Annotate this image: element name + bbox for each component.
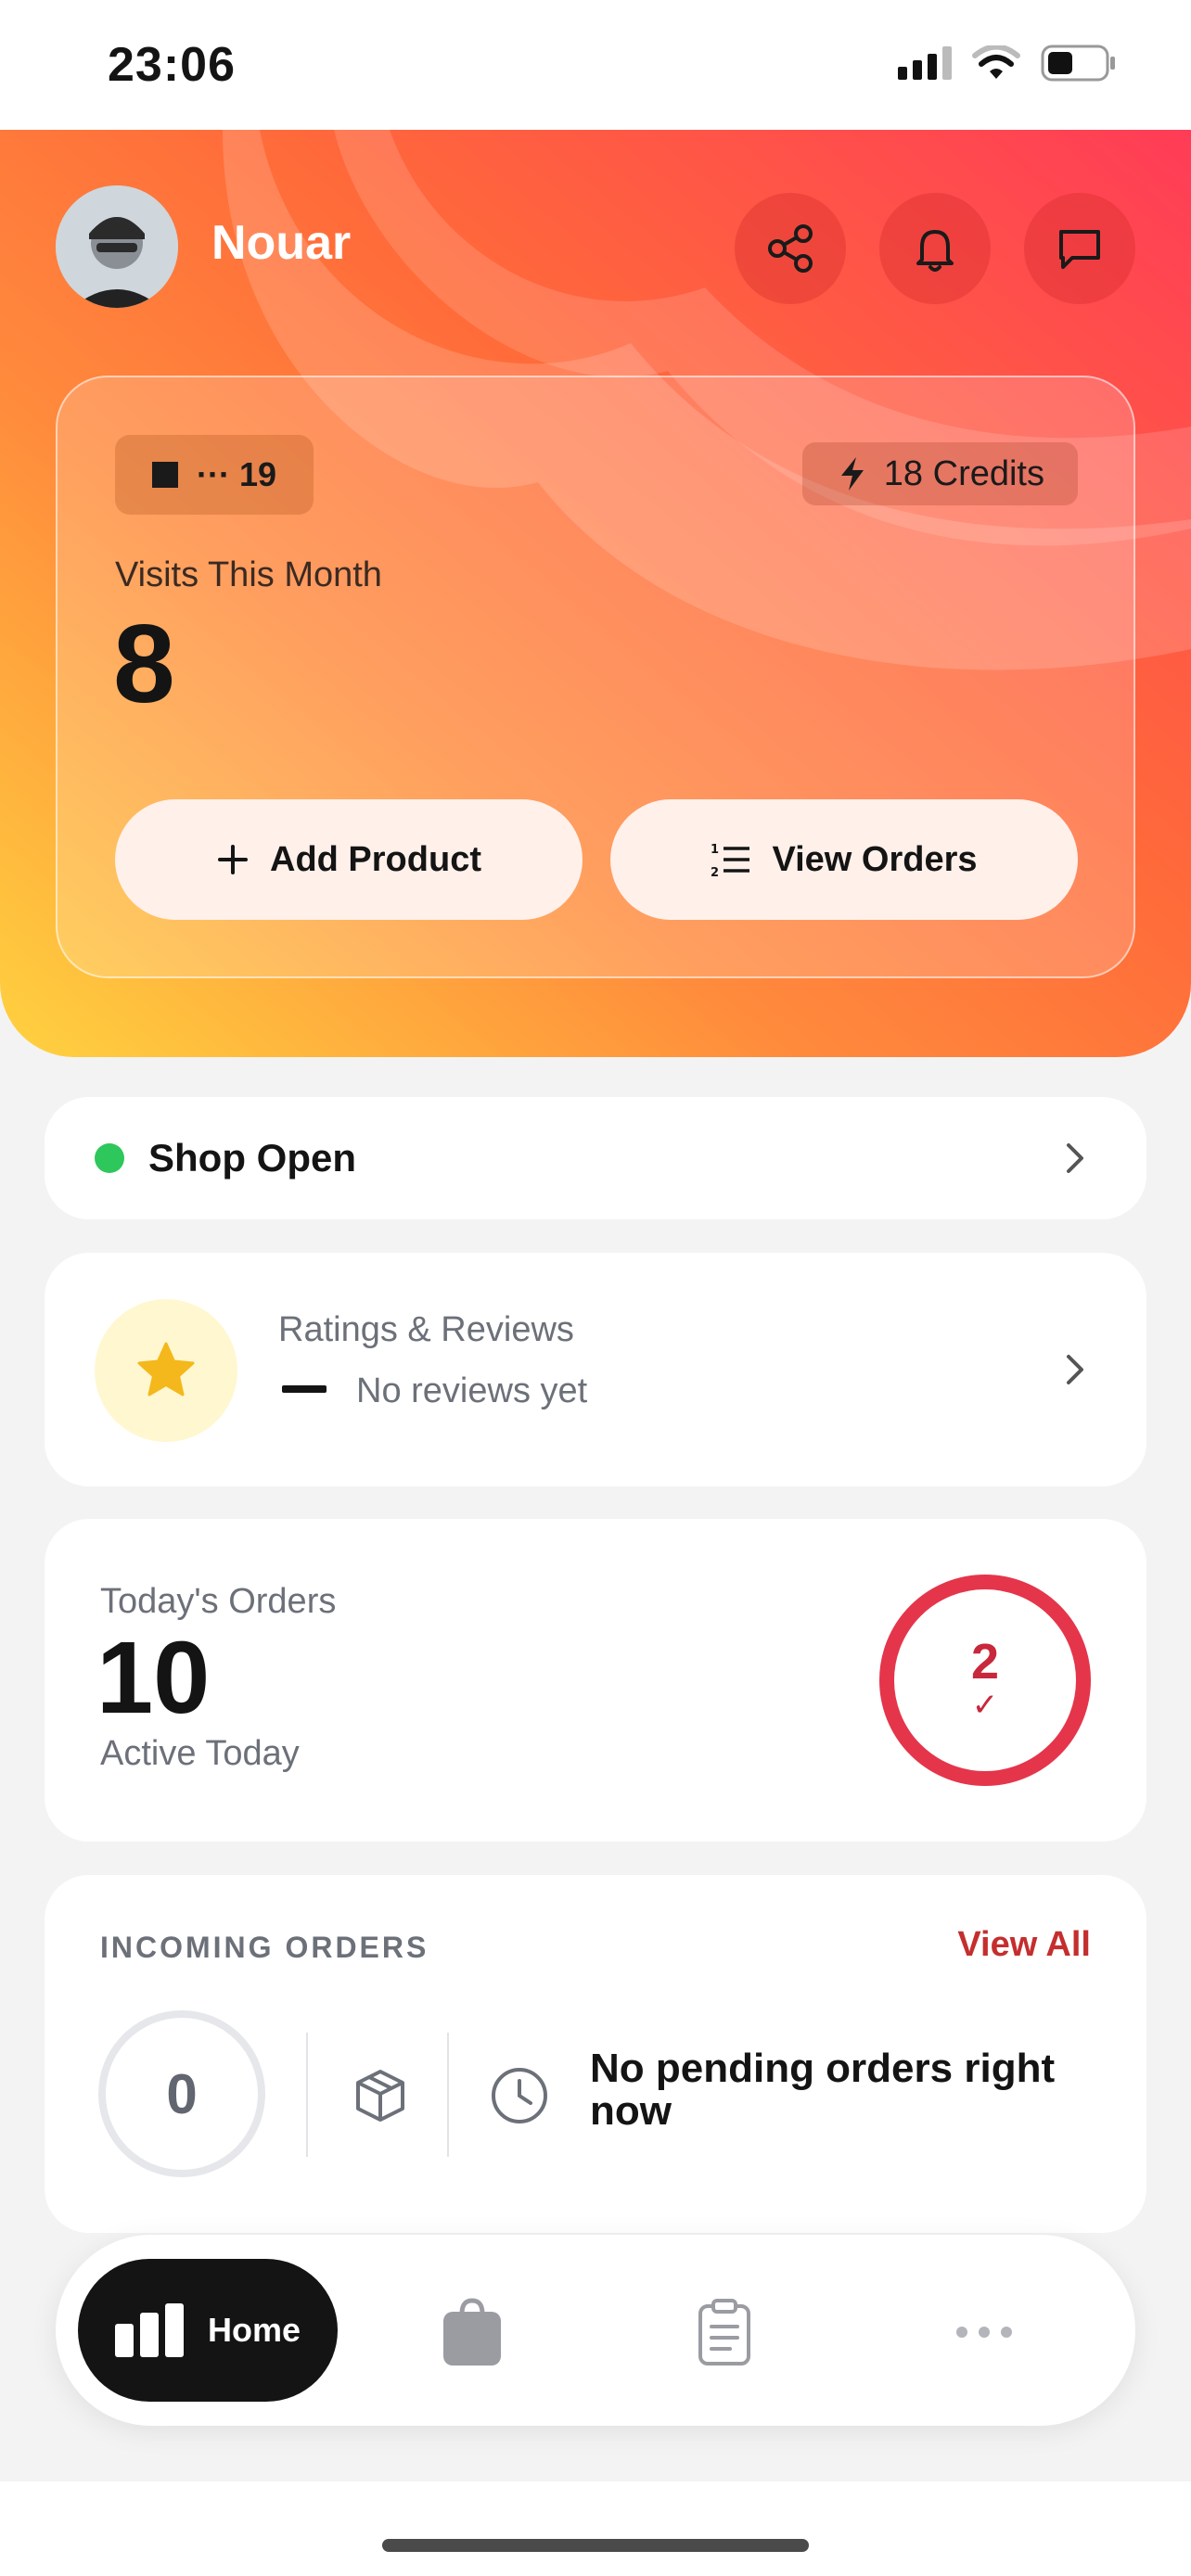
wifi-icon [972, 45, 1020, 79]
shop-status-label: Shop Open [148, 1136, 356, 1180]
visits-value: 8 [113, 602, 175, 726]
orders-sub: Active Today [100, 1734, 300, 1773]
shop-status-row[interactable]: Shop Open [45, 1097, 1146, 1219]
add-product-label: Add Product [270, 839, 481, 879]
notifications-button[interactable] [879, 193, 991, 304]
svg-text:2: 2 [711, 866, 719, 878]
username[interactable]: Nouar [211, 215, 351, 271]
hero-header: Nouar ··· 19 18 Credits Visits This Mont… [0, 130, 1191, 1057]
view-all-link[interactable]: View All [957, 1925, 1091, 1965]
view-orders-button[interactable]: 1 2 View Orders [610, 799, 1078, 920]
ratings-title: Ratings & Reviews [278, 1310, 574, 1349]
completed-ring: 2 ✓ [879, 1575, 1091, 1786]
chart-icon [114, 2303, 184, 2357]
todays-orders-card[interactable]: Today's Orders 10 Active Today 2 ✓ [45, 1519, 1146, 1842]
box-icon [356, 2070, 404, 2122]
svg-text:1: 1 [711, 843, 719, 857]
nav-products[interactable] [421, 2281, 523, 2383]
divider [447, 2033, 449, 2157]
bottom-safe-area [0, 2481, 1191, 2576]
status-icons [898, 45, 1117, 82]
nav-home-label: Home [207, 2311, 301, 2349]
avatar[interactable] [56, 185, 178, 308]
bottom-nav: Home [56, 2235, 1135, 2426]
visits-label: Visits This Month [115, 555, 382, 594]
credits-text: 18 Credits [883, 453, 1044, 493]
add-product-button[interactable]: Add Product [115, 799, 583, 920]
completed-count: 2 [970, 1634, 1000, 1690]
square-icon [152, 462, 178, 488]
bag-icon [443, 2298, 501, 2366]
incoming-message: No pending orders right now [590, 2046, 1056, 2135]
status-time: 23:06 [108, 38, 236, 92]
list-icon: 1 2 [711, 843, 750, 878]
share-button[interactable] [735, 193, 846, 304]
incoming-title: INCOMING ORDERS [100, 1931, 429, 1964]
rating-dash [282, 1385, 327, 1393]
chevron-right-icon [1067, 1355, 1083, 1384]
messages-button[interactable] [1024, 193, 1135, 304]
nav-orders[interactable] [673, 2281, 775, 2383]
divider [306, 2033, 308, 2157]
battery-icon [1041, 45, 1115, 82]
star-icon [137, 1342, 195, 1396]
star-badge [95, 1299, 237, 1442]
stats-card: ··· 19 18 Credits Visits This Month 8 Ad… [56, 376, 1135, 978]
clipboard-icon [698, 2299, 750, 2366]
bolt-icon [840, 457, 864, 491]
ratings-subtitle: No reviews yet [356, 1371, 588, 1410]
orders-value: 10 [96, 1621, 211, 1735]
status-dot [95, 1143, 124, 1173]
more-icon [956, 2327, 1012, 2338]
share-icon [768, 224, 813, 273]
home-indicator[interactable] [382, 2539, 809, 2552]
nav-home[interactable]: Home [78, 2259, 338, 2402]
incoming-count: 0 [98, 2010, 265, 2177]
bell-icon [916, 230, 954, 272]
chat-icon [1059, 230, 1100, 269]
view-orders-label: View Orders [772, 839, 978, 879]
store-tag-text: ··· 19 [197, 455, 277, 493]
plus-icon [218, 845, 248, 874]
check-icon: ✓ [971, 1688, 999, 1723]
signal-icon [898, 46, 952, 80]
nav-more[interactable] [933, 2281, 1035, 2383]
clock-icon [492, 2068, 547, 2123]
incoming-orders-card: INCOMING ORDERS View All 0 No pending or… [45, 1875, 1146, 2233]
store-tag: ··· 19 [115, 435, 314, 515]
chevron-right-icon [1067, 1143, 1083, 1173]
status-bar: 23:06 [0, 0, 1191, 130]
avatar-image [56, 185, 178, 308]
ratings-card[interactable]: Ratings & Reviews No reviews yet [45, 1253, 1146, 1486]
credits-badge[interactable]: 18 Credits [801, 442, 1078, 505]
orders-label: Today's Orders [100, 1582, 337, 1621]
